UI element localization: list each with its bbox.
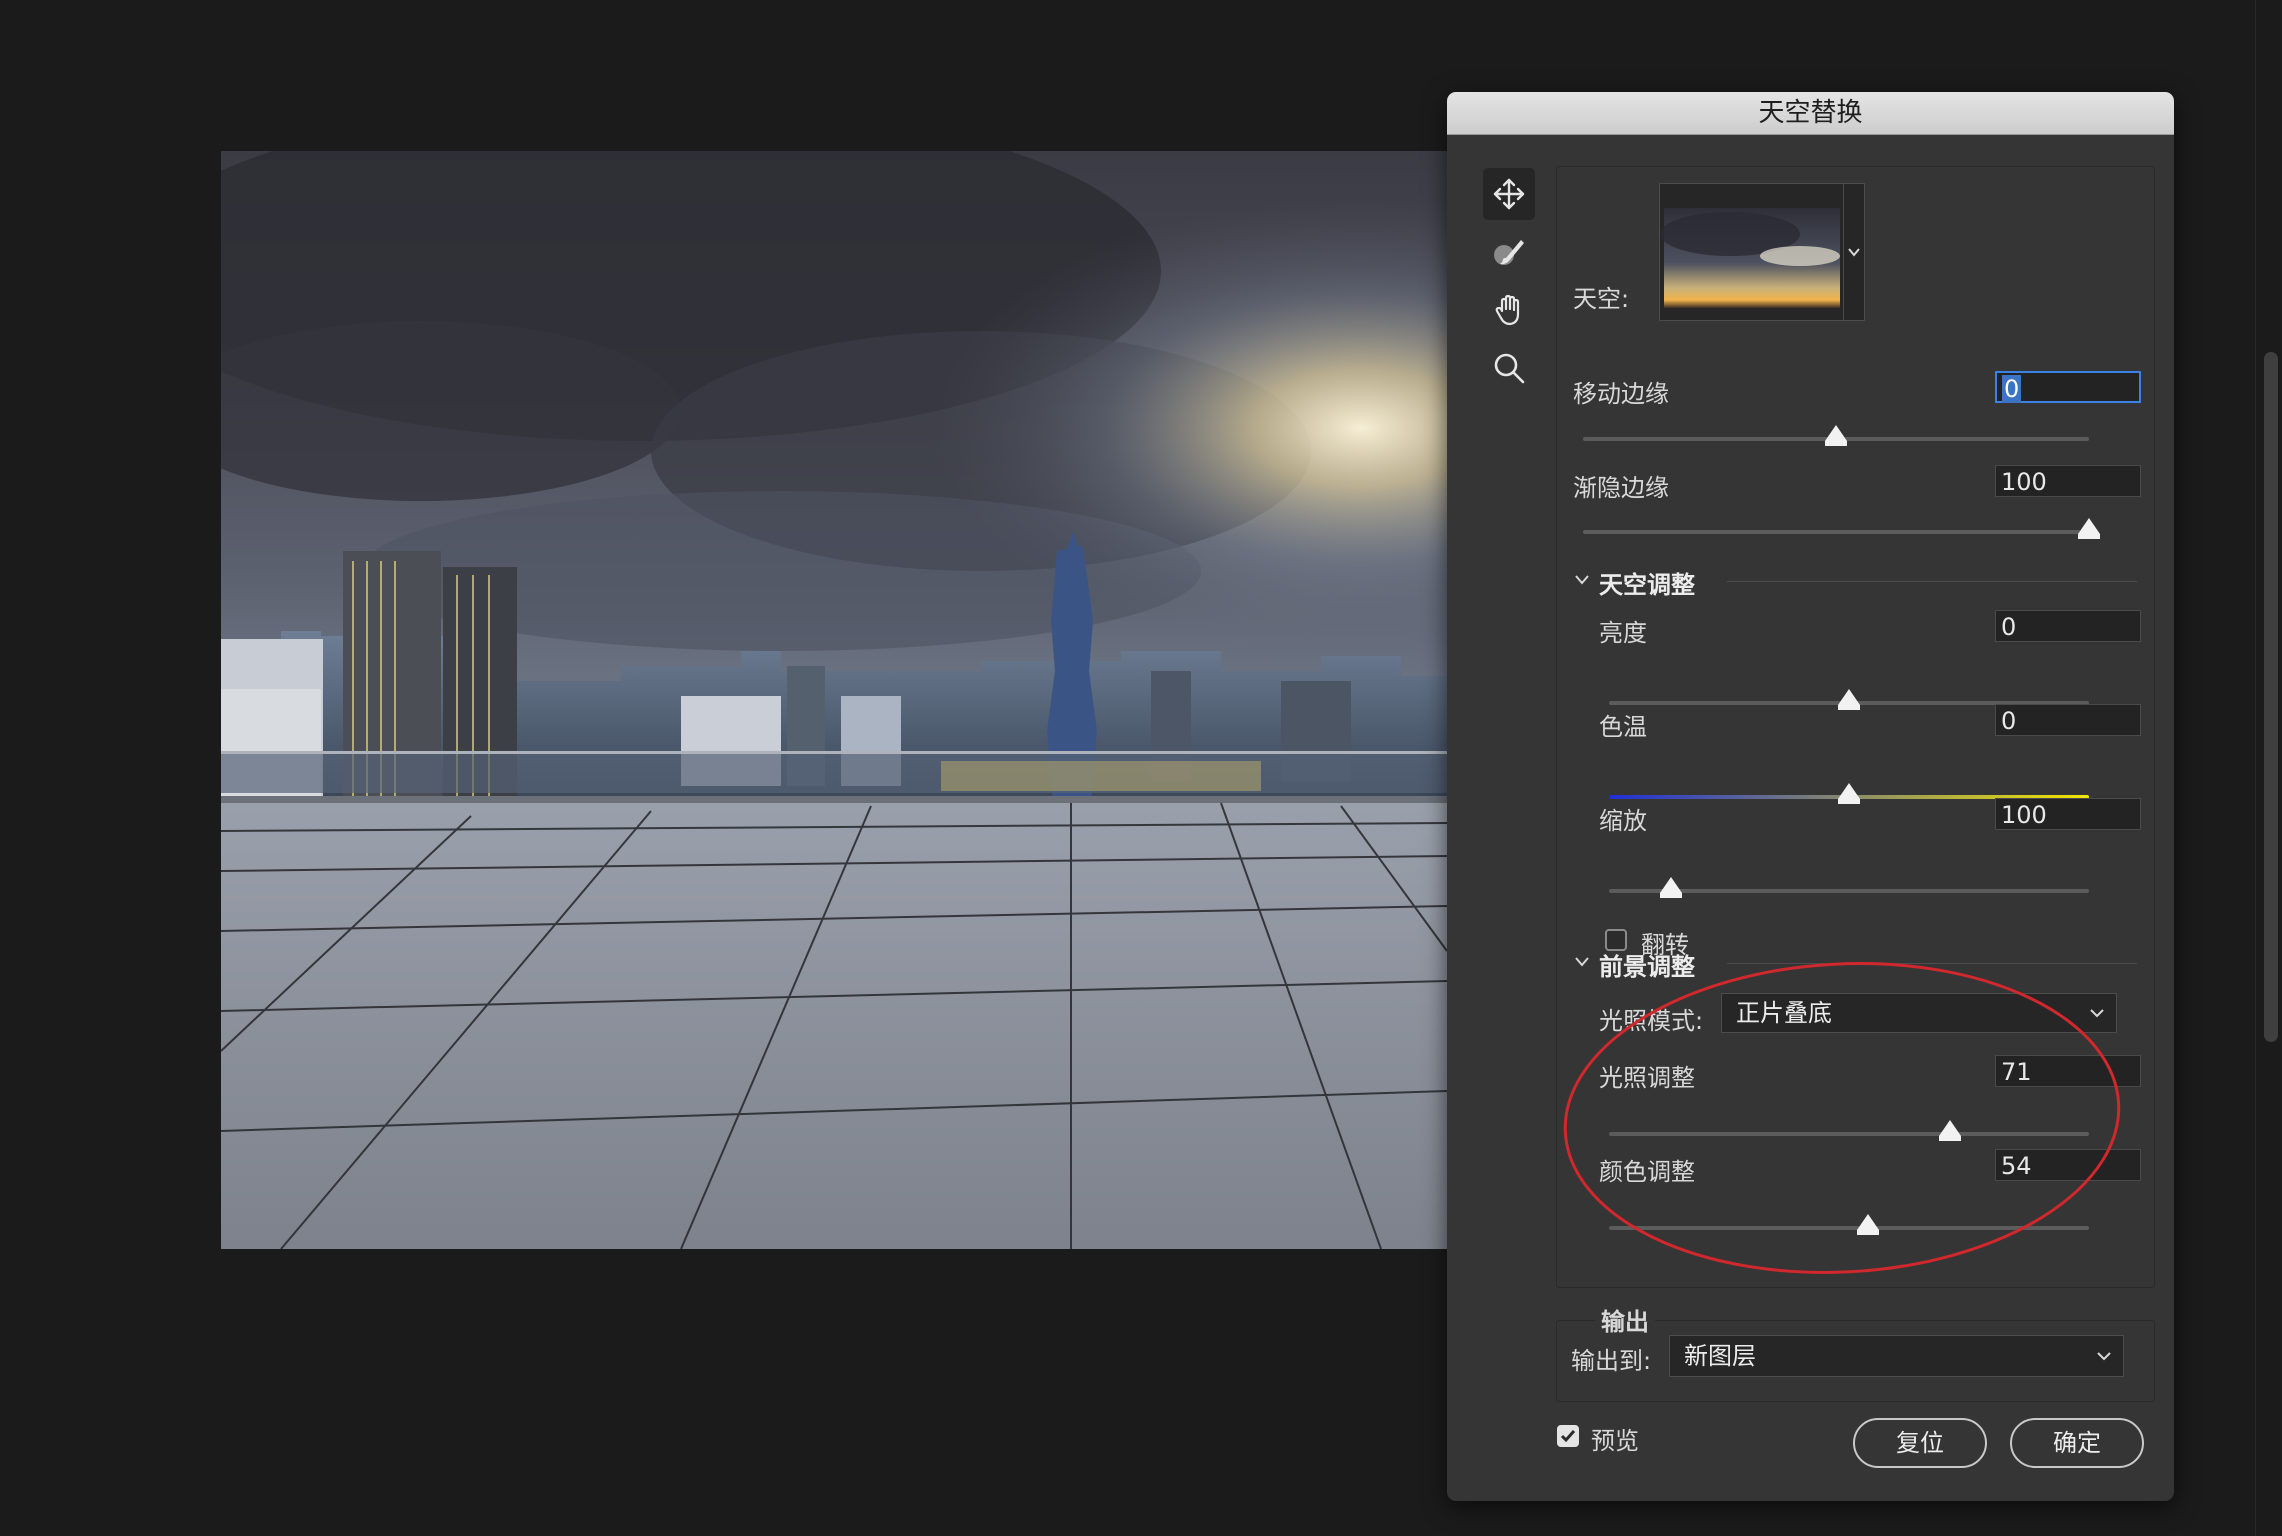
lighting-mode-value: 正片叠底 <box>1736 999 1832 1027</box>
move-edge-slider-thumb[interactable] <box>1825 425 1847 446</box>
preview-label: 预览 <box>1591 1427 1639 1455</box>
section-divider <box>1727 963 2137 964</box>
chevron-down-icon[interactable] <box>1846 244 1862 260</box>
canvas-photo <box>221 151 1447 1249</box>
output-to-select[interactable]: 新图层 <box>1669 1335 2124 1377</box>
lighting-adjust-slider[interactable] <box>1609 1132 2089 1136</box>
temperature-input[interactable]: 0 <box>1995 704 2141 736</box>
color-adjust-slider[interactable] <box>1609 1226 2089 1230</box>
fade-edge-slider[interactable] <box>1583 530 2089 534</box>
lighting-adjust-input[interactable]: 71 <box>1995 1055 2141 1087</box>
scale-label: 缩放 <box>1599 807 1647 835</box>
lighting-adjust-slider-thumb[interactable] <box>1938 1120 1961 1141</box>
fade-edge-input[interactable]: 100 <box>1995 465 2141 497</box>
scale-input[interactable]: 100 <box>1995 798 2141 830</box>
lighting-mode-select[interactable]: 正片叠底 <box>1721 993 2117 1033</box>
move-edge-input[interactable]: 0 <box>1995 371 2141 403</box>
picker-divider <box>1843 184 1844 320</box>
zoom-icon[interactable] <box>1483 342 1535 394</box>
output-to-value: 新图层 <box>1684 1342 1756 1370</box>
hand-icon[interactable] <box>1483 284 1535 336</box>
fade-edge-slider-thumb[interactable] <box>2078 518 2100 539</box>
chevron-down-icon <box>2097 1352 2111 1361</box>
color-adjust-label: 颜色调整 <box>1599 1158 1695 1186</box>
sky-brush-icon[interactable] <box>1483 226 1535 278</box>
sky-preset-thumbnail <box>1660 208 1840 308</box>
dialog-title: 天空替换 <box>1447 92 2174 135</box>
sky-label: 天空: <box>1573 285 1630 313</box>
temperature-label: 色温 <box>1599 713 1647 741</box>
sky-adjust-heading[interactable]: 天空调整 <box>1599 565 1695 600</box>
foreground-adjust-heading[interactable]: 前景调整 <box>1599 947 1695 982</box>
output-to-label: 输出到: <box>1571 1347 1652 1375</box>
reset-button[interactable]: 复位 <box>1853 1418 1987 1468</box>
output-heading: 输出 <box>1595 1302 1655 1337</box>
foreground-adjust-chevron-icon[interactable] <box>1573 953 1591 971</box>
move-edge-value: 0 <box>2002 375 2022 403</box>
sky-replacement-dialog: 天空替换 天空: 移动边缘 0 渐隐边缘 100 天空调整 亮度 0 色温 0 … <box>1447 92 2174 1501</box>
chevron-down-icon <box>2090 1009 2104 1018</box>
sky-preset-picker[interactable] <box>1659 183 1865 321</box>
preview-checkbox[interactable] <box>1557 1425 1579 1447</box>
move-edge-label: 移动边缘 <box>1573 380 1669 408</box>
sky-adjust-chevron-icon[interactable] <box>1573 571 1591 589</box>
scale-slider-thumb[interactable] <box>1660 877 1683 898</box>
lighting-mode-label: 光照模式: <box>1599 1007 1704 1035</box>
checkmark-icon <box>1560 1430 1576 1443</box>
temperature-slider-thumb[interactable] <box>1838 783 1860 804</box>
fade-edge-label: 渐隐边缘 <box>1573 474 1669 502</box>
window-scrollbar[interactable] <box>2255 0 2282 1536</box>
move-tool-icon[interactable] <box>1483 168 1535 220</box>
brightness-slider-thumb[interactable] <box>1838 689 1860 710</box>
brightness-input[interactable]: 0 <box>1995 610 2141 642</box>
ok-button[interactable]: 确定 <box>2010 1418 2144 1468</box>
color-adjust-slider-thumb[interactable] <box>1857 1214 1880 1235</box>
color-adjust-input[interactable]: 54 <box>1995 1149 2141 1181</box>
lighting-adjust-label: 光照调整 <box>1599 1064 1695 1092</box>
brightness-label: 亮度 <box>1599 619 1647 647</box>
section-divider <box>1727 581 2137 582</box>
settings-panel: 天空: 移动边缘 0 渐隐边缘 100 天空调整 亮度 0 色温 0 缩放 10… <box>1556 166 2155 1288</box>
scrollbar-thumb[interactable] <box>2264 352 2278 1042</box>
